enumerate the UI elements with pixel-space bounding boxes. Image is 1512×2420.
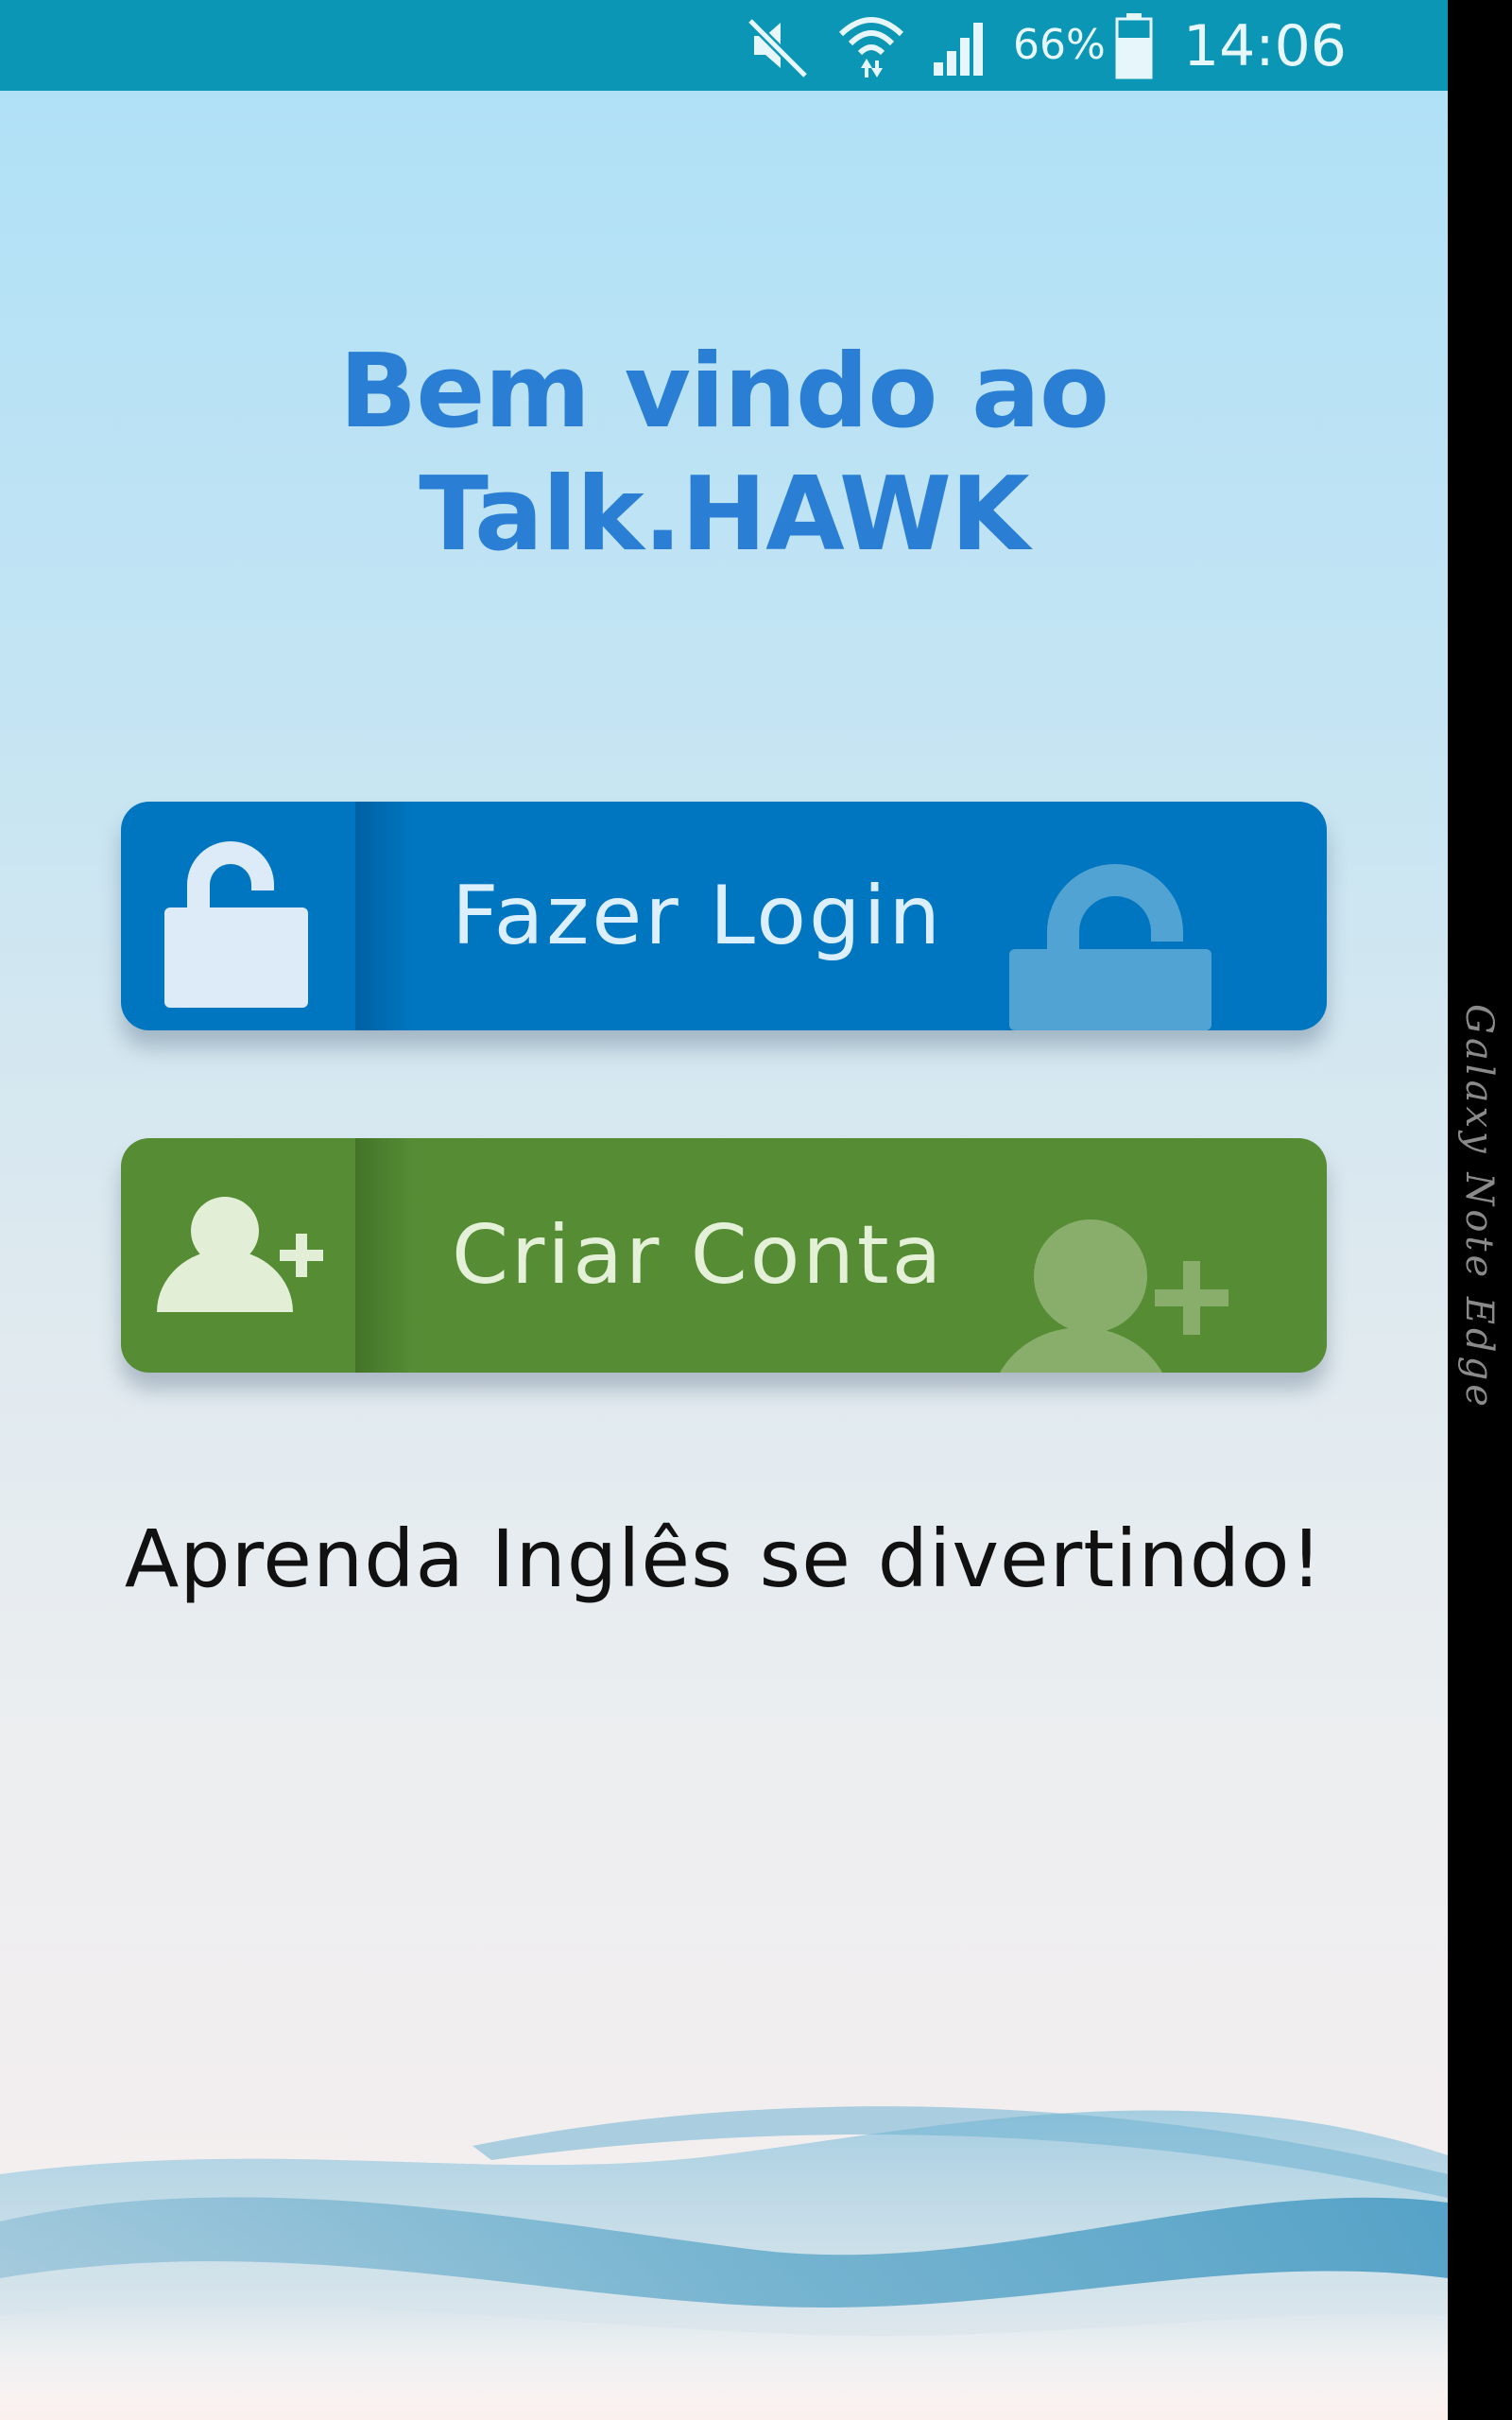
add-user-watermark-icon xyxy=(1000,1219,1228,1373)
unlocked-padlock-watermark-icon xyxy=(1009,864,1211,1030)
device-edge-label: Galaxy Note Edge xyxy=(1457,1004,1501,1410)
welcome-title-line1: Bem vindo ao xyxy=(338,333,1109,451)
tagline: Aprenda Inglês se divertindo! xyxy=(124,1512,1324,1605)
welcome-title: Bem vindo ao Talk.HAWK xyxy=(0,331,1448,577)
login-button-label: Fazer Login xyxy=(452,869,944,963)
welcome-title-line2: Talk.HAWK xyxy=(419,456,1029,574)
login-button[interactable]: Fazer Login xyxy=(121,802,1327,1030)
signup-divider xyxy=(355,1138,412,1373)
signup-button[interactable]: Criar Conta xyxy=(121,1138,1327,1373)
status-bar: 66% 14:06 xyxy=(0,0,1448,91)
decorative-waves xyxy=(0,2106,1448,2420)
device-screen: 66% 14:06 Bem vindo ao Talk.HAWK Fazer L… xyxy=(0,0,1512,2420)
battery-percent: 66% xyxy=(1013,21,1106,69)
app-screen: 66% 14:06 Bem vindo ao Talk.HAWK Fazer L… xyxy=(0,0,1448,2420)
battery-icon xyxy=(1115,13,1153,79)
add-user-icon xyxy=(157,1197,323,1312)
wifi-icon xyxy=(838,17,904,78)
signal-icon xyxy=(934,23,983,76)
clock: 14:06 xyxy=(1183,13,1347,79)
login-icon-box xyxy=(121,802,355,1030)
signup-button-label: Criar Conta xyxy=(452,1208,945,1303)
signup-icon-box xyxy=(121,1138,355,1373)
login-divider xyxy=(355,802,412,1030)
mute-icon xyxy=(747,17,809,79)
unlocked-padlock-icon xyxy=(164,841,308,1008)
